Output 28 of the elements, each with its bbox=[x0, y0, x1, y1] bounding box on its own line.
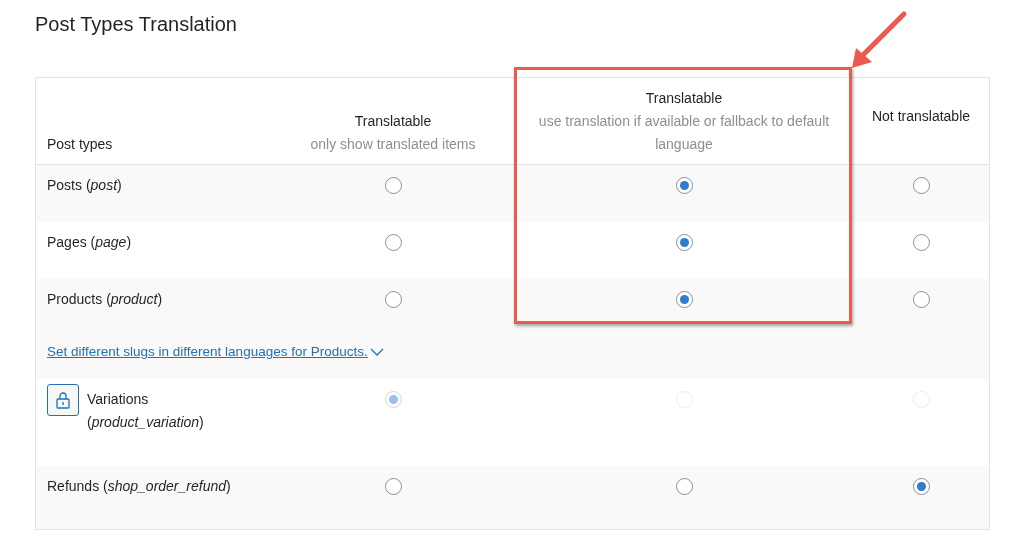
radio-button[interactable] bbox=[912, 478, 930, 495]
radio-button[interactable] bbox=[675, 234, 693, 251]
radio-button[interactable] bbox=[675, 177, 693, 194]
post-type-label: Refunds (shop_order_refund) bbox=[47, 478, 231, 494]
page-title: Post Types Translation bbox=[34, 12, 238, 37]
radio-button[interactable] bbox=[675, 478, 693, 495]
radio-button[interactable] bbox=[912, 291, 930, 308]
radio-button[interactable] bbox=[384, 177, 402, 194]
post-type-label: Products (product) bbox=[47, 291, 163, 307]
column-subheading: only show translated items bbox=[310, 135, 476, 154]
column-heading: Post types bbox=[47, 135, 113, 154]
radio-button[interactable] bbox=[384, 234, 402, 251]
post-type-label: Pages (page) bbox=[47, 234, 132, 250]
radio-button[interactable] bbox=[912, 177, 930, 194]
lock-button[interactable] bbox=[47, 384, 79, 416]
post-type-label: Posts (post) bbox=[47, 177, 122, 193]
column-heading: Translatable bbox=[645, 89, 723, 108]
column-subheading: use translation if available or fallback to default language bbox=[537, 112, 831, 154]
radio-button[interactable] bbox=[384, 291, 402, 308]
post-type-label: Variations (product_variation) bbox=[87, 390, 205, 432]
radio-button[interactable] bbox=[912, 234, 930, 251]
column-heading: Not translatable bbox=[871, 106, 971, 126]
radio-button[interactable] bbox=[675, 291, 693, 308]
radio-button[interactable] bbox=[384, 478, 402, 495]
chevron-down-icon bbox=[369, 346, 384, 357]
slugs-link[interactable]: Set different slugs in different languages for Products. bbox=[47, 340, 384, 363]
lock-icon bbox=[55, 391, 71, 409]
column-heading: Translatable bbox=[354, 112, 432, 131]
